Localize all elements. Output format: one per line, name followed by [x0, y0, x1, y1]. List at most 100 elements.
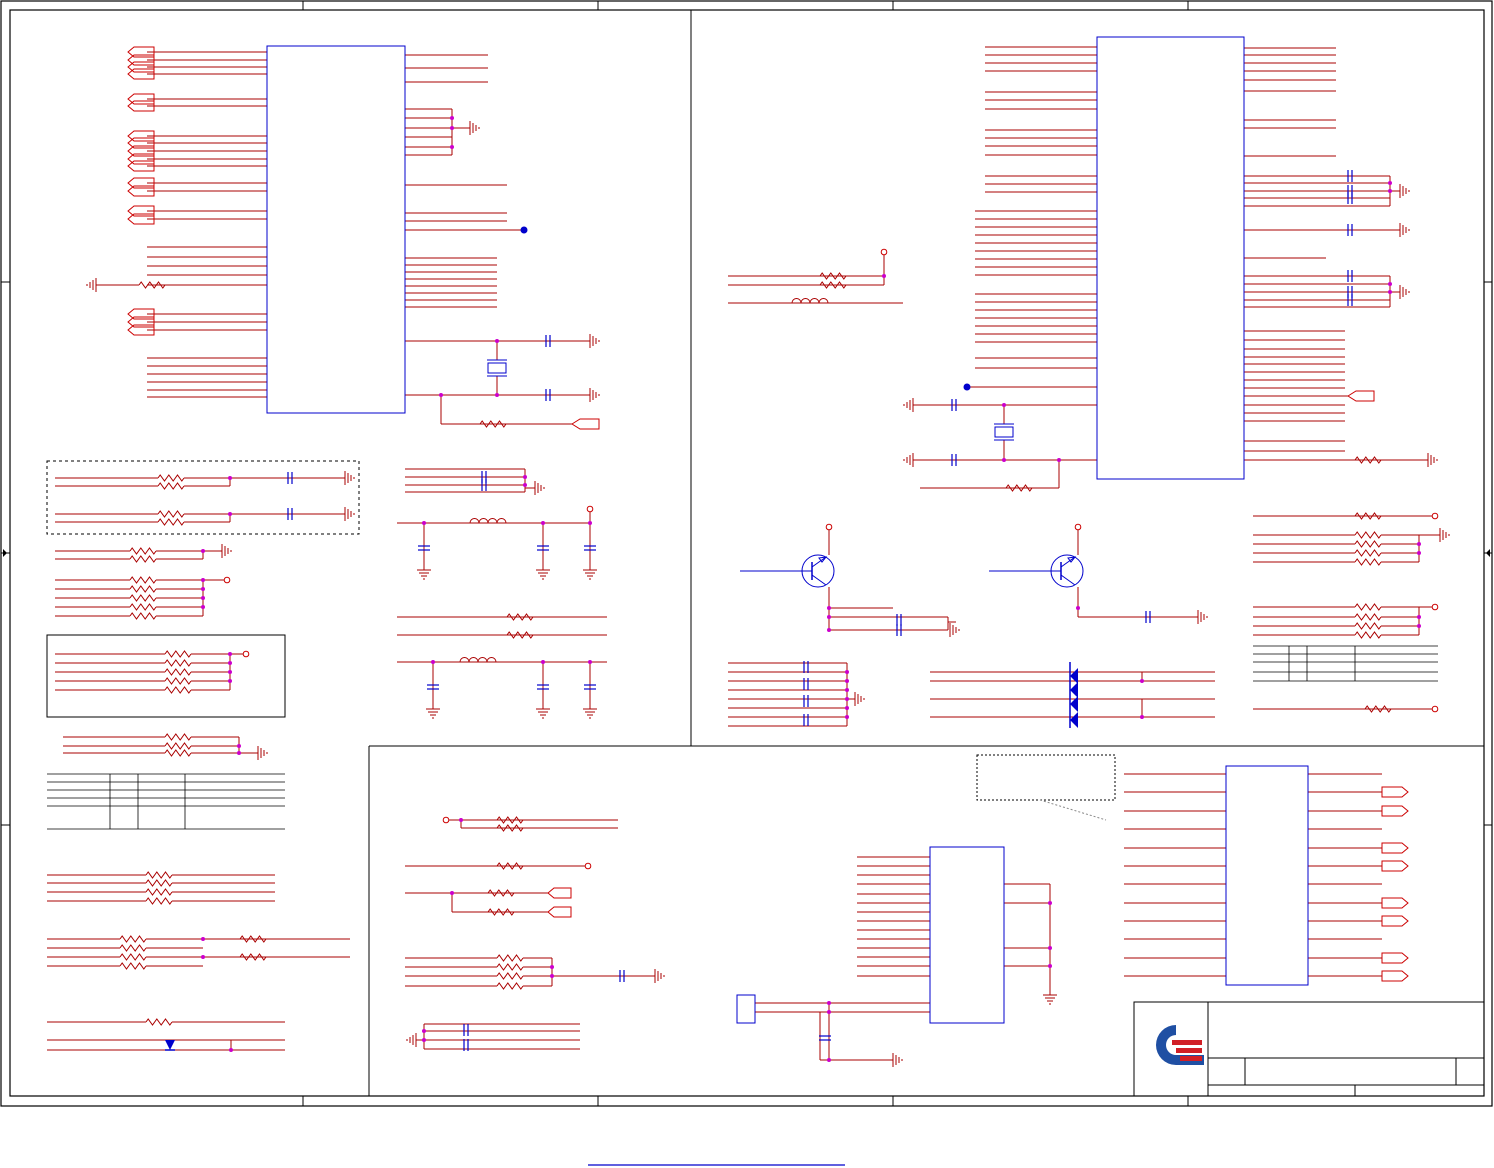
resistor-icon — [164, 742, 192, 750]
junction-dot — [422, 1038, 426, 1042]
resistor-icon — [145, 888, 173, 896]
resistor-icon — [1354, 622, 1382, 630]
resistor-icon — [119, 944, 147, 952]
crystal-icon — [994, 423, 1014, 441]
resistor-icon — [129, 547, 157, 555]
resistor-icon — [496, 982, 524, 990]
junction-dot — [550, 965, 554, 969]
resistor-icon — [164, 686, 192, 694]
power-terminal — [880, 248, 888, 256]
note-leader — [1039, 799, 1107, 821]
ground-icon — [221, 544, 232, 558]
resistor-icon — [1354, 558, 1382, 566]
ground-icon — [86, 278, 97, 292]
junction-dot — [588, 660, 592, 664]
junction-dot — [541, 660, 545, 664]
wires — [47, 46, 1440, 1061]
capacitor-icon — [803, 678, 809, 690]
junction-dot — [1048, 901, 1052, 905]
junction-dot — [228, 679, 232, 683]
ground-icon — [1197, 610, 1208, 624]
ground-icon — [1439, 528, 1450, 542]
ic-bottom — [929, 846, 1005, 1024]
power-terminal — [1431, 603, 1439, 611]
power-terminal — [1074, 523, 1082, 531]
resistor-icon — [145, 879, 173, 887]
junction-dot — [827, 606, 831, 610]
pin-table-left — [47, 773, 285, 830]
junction-dot — [201, 587, 205, 591]
off-page-connector — [1381, 970, 1409, 982]
junction-dot — [1417, 615, 1421, 619]
off-page-connector — [1381, 842, 1409, 854]
capacitor-icon — [896, 614, 902, 626]
ground-icon — [536, 569, 550, 580]
ground-icon — [417, 569, 431, 580]
resistor-icon — [506, 631, 534, 639]
inductor-icon — [459, 657, 497, 663]
junction-dot — [201, 605, 205, 609]
power-terminal — [242, 650, 250, 658]
junction-dot — [1417, 551, 1421, 555]
ground-icon — [854, 692, 865, 706]
junction-dot — [228, 476, 232, 480]
resistor-icon — [157, 518, 185, 526]
power-terminal — [442, 816, 450, 824]
resistor-icon — [129, 594, 157, 602]
off-page-connector — [1381, 897, 1409, 909]
junction-dot — [237, 751, 241, 755]
resistor-icon — [1364, 705, 1392, 713]
off-page-connector — [1347, 390, 1375, 402]
junction-dot — [201, 549, 205, 553]
resistor-icon — [164, 650, 192, 658]
resistor-icon — [487, 889, 515, 897]
junction-dot — [1417, 542, 1421, 546]
resistor-icon — [479, 420, 507, 428]
off-page-connector — [547, 887, 572, 899]
ground-icon — [1043, 994, 1057, 1005]
ic-bottom-right — [1225, 765, 1309, 986]
junction-dot — [201, 937, 205, 941]
junction-dot — [1002, 403, 1006, 407]
resistor-icon — [138, 281, 166, 289]
power-terminal — [223, 576, 231, 584]
junction-dot — [1048, 964, 1052, 968]
ground-icon — [1399, 285, 1410, 299]
junction-dot — [495, 339, 499, 343]
resistor-icon — [157, 482, 185, 490]
schematic-canvas — [0, 0, 1493, 1166]
junction-dot — [845, 706, 849, 710]
ground-icon — [892, 1053, 903, 1067]
junction-dot — [422, 521, 426, 525]
junction-dot — [1388, 282, 1392, 286]
junction-dot — [201, 578, 205, 582]
npn-transistor-icon — [989, 554, 1084, 588]
crystal-icon — [487, 359, 507, 377]
resistor-icon — [496, 816, 524, 824]
capacitor-icon — [803, 695, 809, 707]
junction-dot — [1140, 679, 1144, 683]
resistor-icon — [129, 576, 157, 584]
junction-dot — [523, 475, 527, 479]
ground-icon — [536, 708, 550, 719]
off-page-connector — [1381, 805, 1409, 817]
junction-dot — [495, 393, 499, 397]
resistor-icon — [496, 824, 524, 832]
test-point-dot — [520, 226, 528, 234]
capacitor-icon — [463, 1024, 469, 1036]
power-terminal — [1431, 705, 1439, 713]
ground-icon — [1399, 184, 1410, 198]
ground-icon — [589, 334, 600, 348]
ground-icon — [589, 388, 600, 402]
junction-dot — [845, 715, 849, 719]
junction-dot — [229, 1048, 233, 1052]
resistor-icon — [496, 862, 524, 870]
resistor-icon — [819, 281, 847, 289]
junction-dot — [439, 393, 443, 397]
ground-icon — [257, 746, 268, 760]
inductor-icon — [791, 298, 829, 304]
power-terminal — [1431, 512, 1439, 520]
junction-dot — [1417, 624, 1421, 628]
ground-icon — [583, 569, 597, 580]
resistor-icon — [164, 733, 192, 741]
